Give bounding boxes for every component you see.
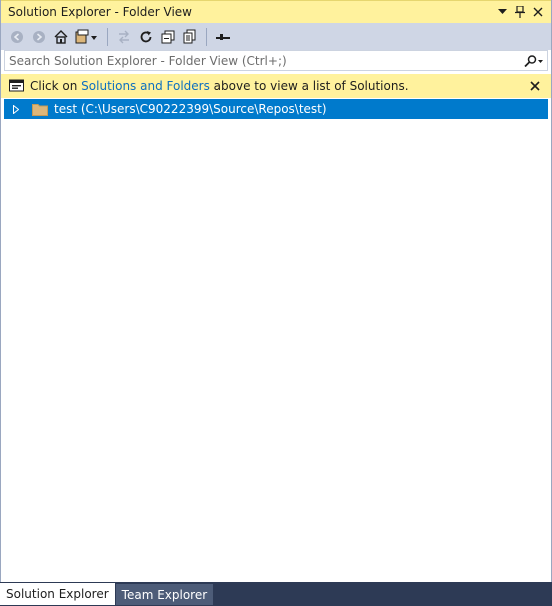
search-icon[interactable] <box>521 51 547 70</box>
solution-info-icon <box>9 78 24 95</box>
toolbar <box>1 23 551 50</box>
tab-team-explorer[interactable]: Team Explorer <box>115 584 214 605</box>
solution-explorer-window: Solution Explorer - Folder View Search S… <box>0 0 552 582</box>
tab-solution-explorer[interactable]: Solution Explorer <box>0 583 115 605</box>
folder-icon <box>32 102 48 116</box>
tool-window-tabs: Solution Explorer Team Explorer <box>0 583 552 606</box>
collapse-all-icon[interactable] <box>158 27 178 47</box>
back-icon[interactable] <box>7 27 27 47</box>
properties-icon[interactable] <box>213 27 233 47</box>
toolbar-separator <box>107 27 108 46</box>
window-title: Solution Explorer - Folder View <box>8 5 192 19</box>
close-icon[interactable] <box>529 3 547 21</box>
search-box <box>4 50 548 71</box>
forward-icon[interactable] <box>29 27 49 47</box>
close-info-bar-icon[interactable] <box>524 76 546 96</box>
solutions-and-folders-link[interactable]: Solutions and Folders <box>81 79 210 93</box>
dropdown-icon[interactable] <box>493 3 511 21</box>
switch-views-icon[interactable] <box>73 27 101 47</box>
pin-icon[interactable] <box>511 3 529 21</box>
title-bar: Solution Explorer - Folder View <box>1 0 551 23</box>
info-bar: Click on Solutions and Folders above to … <box>1 74 551 98</box>
expand-arrow-icon[interactable] <box>7 99 25 119</box>
info-message: Click on Solutions and Folders above to … <box>24 79 524 93</box>
info-message-suffix: above to view a list of Solutions. <box>209 79 409 93</box>
info-message-prefix: Click on <box>30 79 82 93</box>
tree-item-test-folder[interactable]: test (C:\Users\C90222399\Source\Repos\te… <box>4 99 548 119</box>
show-all-files-icon[interactable] <box>180 27 200 47</box>
refresh-icon[interactable] <box>136 27 156 47</box>
toolbar-separator <box>206 27 207 46</box>
home-icon[interactable] <box>51 27 71 47</box>
search-input[interactable] <box>5 52 521 69</box>
pending-changes-icon[interactable] <box>114 27 134 47</box>
tree-item-label: test (C:\Users\C90222399\Source\Repos\te… <box>54 102 327 116</box>
